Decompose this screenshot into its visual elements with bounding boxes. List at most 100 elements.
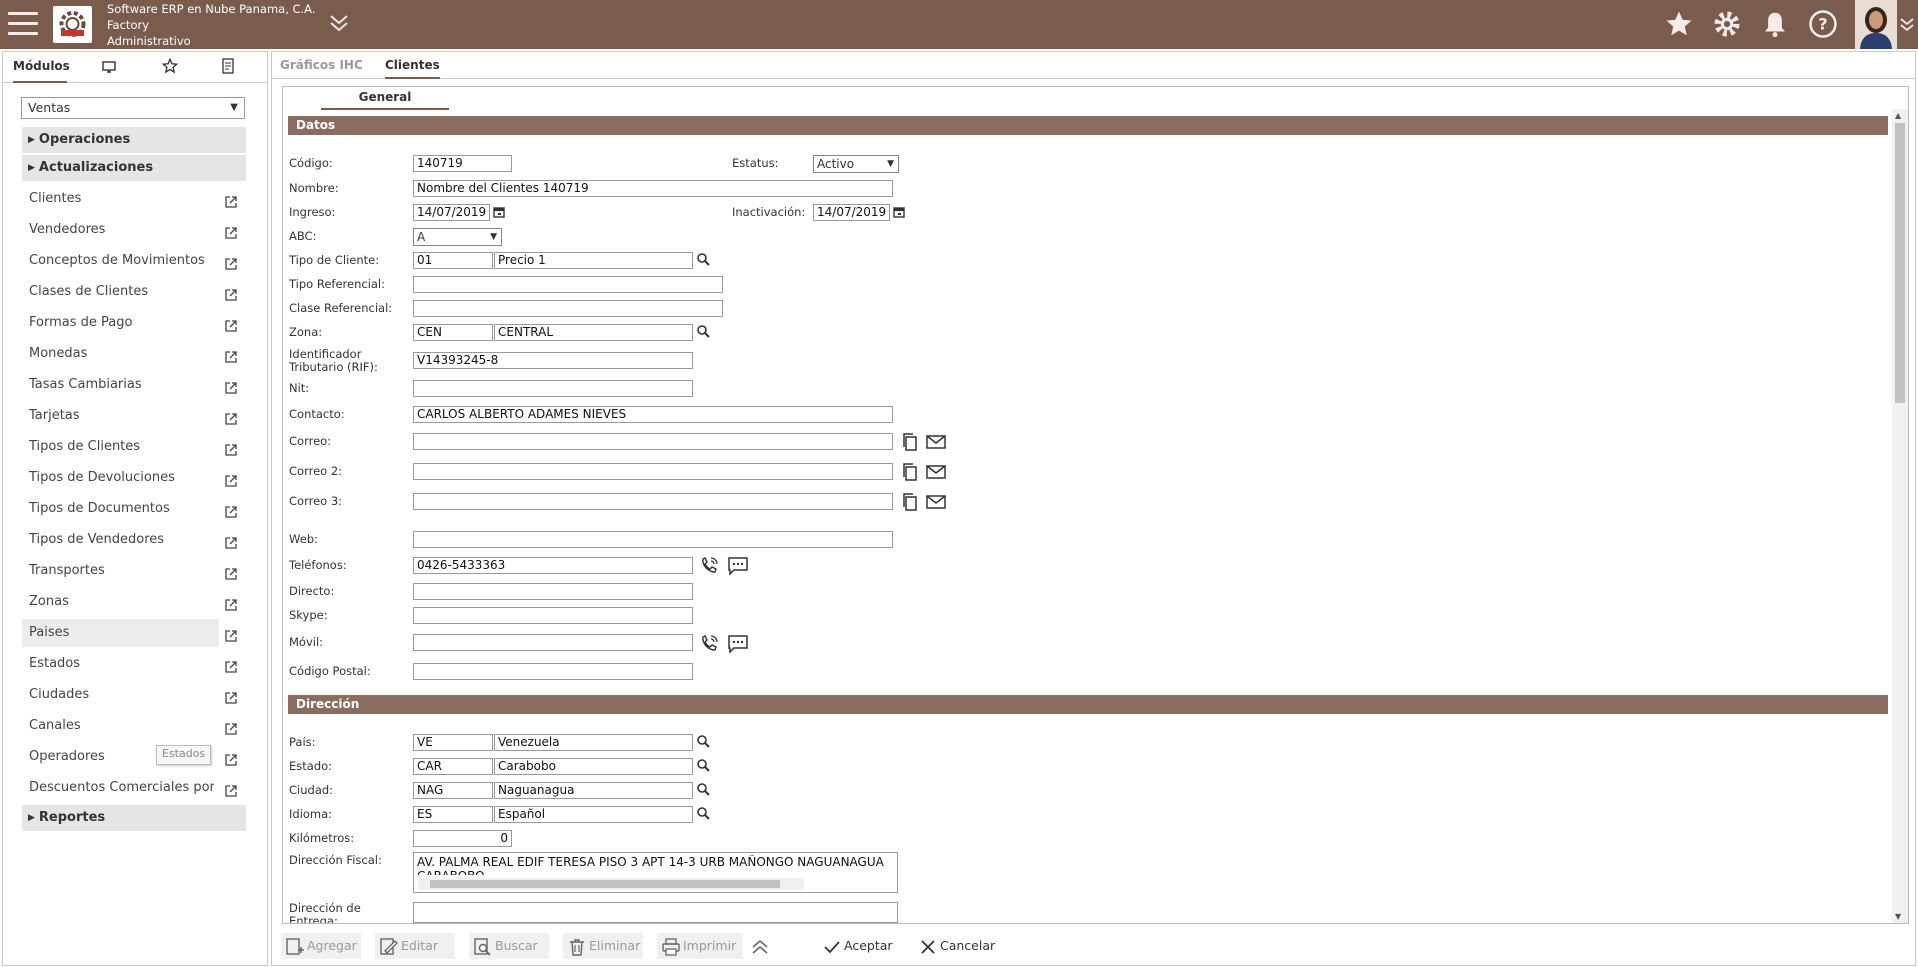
ciudad-desc-field[interactable]: Naguanagua (494, 782, 693, 799)
buscar-button[interactable]: Buscar (469, 933, 549, 959)
direccion-entrega-field[interactable] (413, 902, 898, 923)
tipo-cliente-desc-field[interactable]: Precio 1 (494, 252, 693, 269)
tab-clientes[interactable]: Clientes (385, 52, 440, 79)
sidebar-item-tarjetas[interactable]: Tarjetas (22, 402, 246, 430)
open-external-icon[interactable] (224, 657, 238, 673)
user-avatar[interactable] (1855, 0, 1897, 49)
sms-message-icon[interactable] (727, 556, 749, 576)
sidebar-item-descuentos-comerciales-por-volumen[interactable]: Descuentos Comerciales por Volumen (22, 774, 246, 802)
correo-field[interactable] (413, 433, 893, 450)
horizontal-scrollbar[interactable] (418, 878, 804, 890)
open-external-icon[interactable] (224, 440, 238, 456)
telefonos-field[interactable]: 0426-5433363 (413, 557, 693, 574)
copy-icon[interactable] (901, 462, 919, 482)
vertical-scrollbar[interactable]: ▲ ▼ (1892, 109, 1908, 923)
scroll-thumb[interactable] (430, 880, 780, 888)
nit-field[interactable] (413, 380, 693, 397)
open-external-icon[interactable] (224, 533, 238, 549)
open-external-icon[interactable] (224, 285, 238, 301)
open-external-icon[interactable] (224, 595, 238, 611)
directo-field[interactable] (413, 583, 693, 600)
send-email-icon[interactable] (925, 493, 947, 511)
ingreso-field[interactable]: 14/07/2019 (413, 204, 490, 221)
inactivacion-field[interactable]: 14/07/2019 (813, 204, 890, 221)
user-menu-chevron-icon[interactable] (1899, 16, 1915, 37)
kilometros-field[interactable]: 0 (413, 830, 512, 847)
tab-modulos[interactable]: Módulos (13, 52, 70, 83)
sidebar-item-tipos-de-clientes[interactable]: Tipos de Clientes (22, 433, 246, 461)
sidebar-item-zonas[interactable]: Zonas (22, 588, 246, 616)
eliminar-button[interactable]: Eliminar (563, 933, 643, 959)
codigo-postal-field[interactable] (413, 663, 693, 680)
settings-gear-icon[interactable] (1712, 9, 1742, 39)
search-icon[interactable] (696, 758, 712, 774)
zona-code-field[interactable]: CEN (413, 324, 493, 341)
estado-code-field[interactable]: CAR (413, 758, 493, 775)
sidebar-item-transportes[interactable]: Transportes (22, 557, 246, 585)
help-icon[interactable]: ? (1808, 9, 1838, 39)
phone-call-icon[interactable] (699, 634, 721, 654)
sms-message-icon[interactable] (727, 634, 749, 654)
search-icon[interactable] (696, 782, 712, 798)
web-field[interactable] (413, 531, 893, 548)
tab-desktop[interactable] (97, 52, 121, 81)
cancelar-button[interactable]: Cancelar (914, 933, 1000, 959)
expand-chevron-icon[interactable] (329, 12, 349, 37)
sidebar-item-monedas[interactable]: Monedas (22, 340, 246, 368)
codigo-field[interactable]: 140719 (413, 155, 512, 172)
idioma-code-field[interactable]: ES (413, 806, 493, 823)
phone-call-icon[interactable] (699, 556, 721, 576)
zona-desc-field[interactable]: CENTRAL (494, 324, 693, 341)
sidebar-item-vendedores[interactable]: Vendedores (22, 216, 246, 244)
calendar-icon[interactable] (892, 205, 908, 221)
open-external-icon[interactable] (224, 471, 238, 487)
direccion-fiscal-field[interactable]: AV. PALMA REAL EDIF TERESA PISO 3 APT 14… (413, 852, 898, 893)
calendar-icon[interactable] (492, 205, 508, 221)
movil-field[interactable] (413, 634, 693, 651)
aceptar-button[interactable]: Aceptar (818, 933, 898, 959)
pais-desc-field[interactable]: Venezuela (494, 734, 693, 751)
pais-code-field[interactable]: VE (413, 734, 493, 751)
tab-favorites[interactable] (158, 52, 182, 81)
sidebar-item-paises[interactable]: Paises (22, 619, 246, 647)
sidebar-item-formas-de-pago[interactable]: Formas de Pago (22, 309, 246, 337)
scroll-up-icon[interactable]: ▲ (1895, 111, 1901, 120)
notifications-bell-icon[interactable] (1760, 9, 1790, 39)
imprimir-button[interactable]: Imprimir (657, 933, 743, 959)
open-external-icon[interactable] (224, 719, 238, 735)
sidebar-item-tasas-cambiarias[interactable]: Tasas Cambiarias (22, 371, 246, 399)
open-external-icon[interactable] (224, 409, 238, 425)
tipo-cliente-code-field[interactable]: 01 (413, 252, 493, 269)
open-external-icon[interactable] (224, 626, 238, 642)
copy-icon[interactable] (901, 432, 919, 452)
sidebar-item-operadores[interactable]: Operadores (22, 743, 246, 771)
tipo-referencial-field[interactable] (413, 276, 723, 293)
clase-referencial-field[interactable] (413, 300, 723, 317)
tab-general[interactable]: General (321, 87, 449, 110)
open-external-icon[interactable] (224, 564, 238, 580)
send-email-icon[interactable] (925, 433, 947, 451)
rif-field[interactable]: V14393245-8 (413, 352, 693, 369)
open-external-icon[interactable] (224, 688, 238, 704)
tab-documents[interactable] (216, 52, 240, 81)
abc-select[interactable]: A ▼ (413, 228, 502, 246)
estado-desc-field[interactable]: Carabobo (494, 758, 693, 775)
estatus-select[interactable]: Activo ▼ (813, 155, 899, 173)
copy-icon[interactable] (901, 492, 919, 512)
open-external-icon[interactable] (224, 254, 238, 270)
open-external-icon[interactable] (224, 192, 238, 208)
search-icon[interactable] (696, 252, 712, 268)
sidebar-item-conceptos-de-movimientos[interactable]: Conceptos de Movimientos (22, 247, 246, 275)
module-select[interactable]: Ventas ▼ (21, 97, 245, 119)
open-external-icon[interactable] (224, 316, 238, 332)
agregar-button[interactable]: Agregar (281, 933, 361, 959)
sidebar-item-estados[interactable]: Estados (22, 650, 246, 678)
sidebar-item-tipos-de-vendedores[interactable]: Tipos de Vendedores (22, 526, 246, 554)
nombre-field[interactable]: Nombre del Clientes 140719 (413, 180, 893, 197)
correo2-field[interactable] (413, 463, 893, 480)
ciudad-code-field[interactable]: NAG (413, 782, 493, 799)
section-operaciones[interactable]: ▶ Operaciones (22, 127, 246, 153)
tab-graficos-ihc[interactable]: Gráficos IHC (280, 52, 363, 77)
contacto-field[interactable]: CARLOS ALBERTO ADAMES NIEVES (413, 406, 893, 423)
sidebar-item-clientes[interactable]: Clientes (22, 185, 246, 213)
